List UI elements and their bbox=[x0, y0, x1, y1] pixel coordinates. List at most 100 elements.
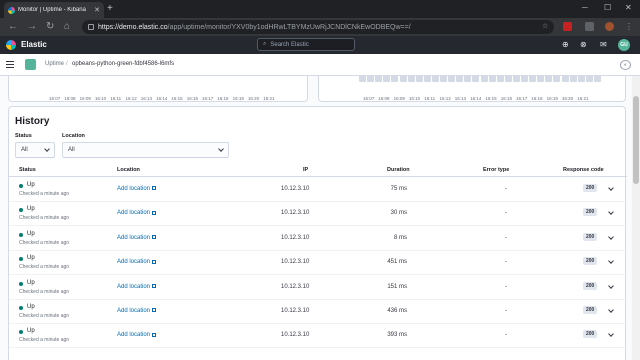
error-type-value: - bbox=[505, 210, 507, 217]
browser-menu-icon[interactable]: ⋮ bbox=[625, 21, 633, 33]
histogram-bar[interactable] bbox=[577, 76, 585, 82]
add-location-link[interactable]: Add location bbox=[117, 308, 157, 314]
status-up-icon bbox=[19, 330, 23, 335]
expand-row-icon[interactable] bbox=[608, 307, 614, 313]
extension-icon[interactable] bbox=[563, 22, 572, 31]
new-tab-icon[interactable]: + bbox=[107, 3, 113, 15]
settings-icon[interactable]: ◐ bbox=[620, 60, 631, 70]
histogram-bar[interactable] bbox=[464, 76, 472, 82]
tick-label: 16:07 bbox=[363, 96, 375, 101]
search-input[interactable]: ⌕ Search Elastic bbox=[257, 38, 355, 51]
add-location-link[interactable]: Add location bbox=[117, 332, 157, 338]
expand-row-icon[interactable] bbox=[608, 282, 614, 289]
histogram-bar[interactable] bbox=[480, 76, 488, 82]
histogram-bar[interactable] bbox=[431, 76, 439, 82]
table-row: Up Checked a minute ago Add location 10.12.… bbox=[9, 276, 627, 300]
profile-avatar[interactable] bbox=[605, 22, 614, 31]
histogram-bar[interactable] bbox=[496, 76, 504, 82]
histogram-bar[interactable] bbox=[399, 76, 407, 82]
url-host: https://demo.elastic.co bbox=[98, 23, 168, 31]
histogram-bar[interactable] bbox=[415, 76, 423, 82]
elastic-logo-icon[interactable] bbox=[6, 40, 16, 50]
search-icon: ⌕ bbox=[263, 41, 267, 47]
back-icon[interactable]: ← bbox=[8, 21, 18, 33]
tick-label: 16:07 bbox=[49, 96, 61, 101]
histogram-bar[interactable] bbox=[472, 76, 480, 82]
breadcrumb-uptime[interactable]: Uptime bbox=[45, 61, 64, 67]
table-row: Up Checked a minute ago Add location 10.12.… bbox=[9, 178, 627, 202]
add-location-link[interactable]: Add location bbox=[117, 284, 157, 290]
add-location-link[interactable]: Add location bbox=[117, 186, 157, 192]
histogram-bar[interactable] bbox=[367, 76, 375, 82]
bookmark-star-icon[interactable]: ☆ bbox=[542, 21, 548, 33]
status-up-icon bbox=[19, 208, 23, 213]
histogram-bar[interactable] bbox=[545, 76, 553, 82]
tick-label: 16:16 bbox=[186, 96, 198, 101]
home-icon[interactable]: ⌂ bbox=[64, 21, 70, 33]
histogram-bar[interactable] bbox=[488, 76, 496, 82]
status-filter-label: Status bbox=[15, 133, 32, 139]
user-avatar[interactable]: GU bbox=[618, 39, 630, 51]
page-scrollbar[interactable] bbox=[632, 76, 640, 360]
expand-row-icon[interactable] bbox=[608, 331, 614, 338]
expand-row-icon[interactable] bbox=[608, 233, 614, 240]
histogram-bar[interactable] bbox=[407, 76, 415, 82]
minimize-icon[interactable]: ─ bbox=[582, 3, 588, 12]
duration-value: 393 ms bbox=[387, 332, 407, 339]
histogram-bar[interactable] bbox=[423, 76, 431, 82]
expand-row-icon[interactable] bbox=[608, 209, 614, 216]
expand-row-icon[interactable] bbox=[608, 258, 614, 265]
menu-icon[interactable] bbox=[6, 61, 14, 68]
close-window-icon[interactable]: ✕ bbox=[625, 3, 632, 12]
maximize-icon[interactable]: ☐ bbox=[604, 3, 611, 12]
tick-label: 16:09 bbox=[393, 96, 405, 101]
status-filter-select[interactable]: All bbox=[15, 142, 55, 158]
extension-icon-2[interactable] bbox=[585, 22, 594, 31]
col-duration[interactable]: Duration bbox=[387, 167, 410, 173]
error-type-value: - bbox=[505, 259, 507, 266]
scrollbar-thumb[interactable] bbox=[633, 96, 639, 184]
add-location-link[interactable]: Add location bbox=[117, 259, 157, 265]
histogram-bar[interactable] bbox=[504, 76, 512, 82]
browser-toolbar: ← → ↻ ⌂ https://demo.elastic.co/app/upti… bbox=[0, 18, 640, 36]
table-row: Up Checked a minute ago Add location 10.12.… bbox=[9, 202, 627, 227]
notifications-icon[interactable]: ✉ bbox=[600, 40, 607, 50]
news-feed-icon[interactable]: ⊗ bbox=[580, 40, 587, 50]
add-location-link[interactable]: Add location bbox=[117, 234, 157, 241]
ip-value: 10.12.3.10 bbox=[281, 186, 310, 192]
col-error-type: Error type bbox=[483, 167, 510, 173]
histogram-bar[interactable] bbox=[391, 76, 399, 82]
histogram-bar[interactable] bbox=[383, 76, 391, 82]
table-row: Up Checked a minute ago Add location 10.12.… bbox=[9, 251, 627, 276]
address-bar[interactable]: https://demo.elastic.co/app/uptime/monit… bbox=[82, 20, 554, 34]
browser-tab[interactable]: Monitor | Uptime - Kibana ✕ bbox=[4, 2, 104, 18]
breadcrumb-current: opbeans-python-green-fdbf4586-l6mfs bbox=[72, 61, 175, 67]
histogram-bar[interactable] bbox=[440, 76, 447, 82]
histogram-bar[interactable] bbox=[593, 76, 601, 82]
add-location-link[interactable]: Add location bbox=[117, 210, 157, 216]
histogram-bar[interactable] bbox=[512, 76, 520, 82]
histogram-bar[interactable] bbox=[585, 76, 593, 82]
app-name: Elastic bbox=[21, 40, 47, 49]
histogram-bar[interactable] bbox=[456, 76, 464, 82]
help-icon[interactable]: ⊕ bbox=[562, 40, 569, 50]
histogram-bar[interactable] bbox=[529, 76, 537, 82]
histogram-bar[interactable] bbox=[553, 76, 561, 82]
histogram-bar[interactable] bbox=[521, 76, 528, 82]
duration-value: 75 ms bbox=[390, 186, 407, 192]
histogram-bar[interactable] bbox=[569, 76, 577, 82]
histogram-bar[interactable] bbox=[537, 76, 545, 82]
histogram-bar[interactable] bbox=[359, 76, 366, 82]
location-filter-select[interactable]: All bbox=[62, 142, 229, 158]
forward-icon[interactable]: → bbox=[27, 21, 37, 33]
histogram-bar[interactable] bbox=[375, 76, 383, 82]
add-location-label: Add location bbox=[117, 234, 151, 241]
close-tab-icon[interactable]: ✕ bbox=[94, 6, 100, 14]
table-row: Up Checked a minute ago Add location 10.12.… bbox=[9, 324, 627, 349]
col-status[interactable]: Status bbox=[19, 167, 36, 173]
reload-icon[interactable]: ↻ bbox=[46, 21, 54, 33]
expand-row-icon[interactable] bbox=[608, 185, 614, 191]
tick-label: 16:16 bbox=[500, 96, 512, 101]
histogram-bar[interactable] bbox=[448, 76, 456, 82]
histogram-bar[interactable] bbox=[561, 76, 569, 82]
